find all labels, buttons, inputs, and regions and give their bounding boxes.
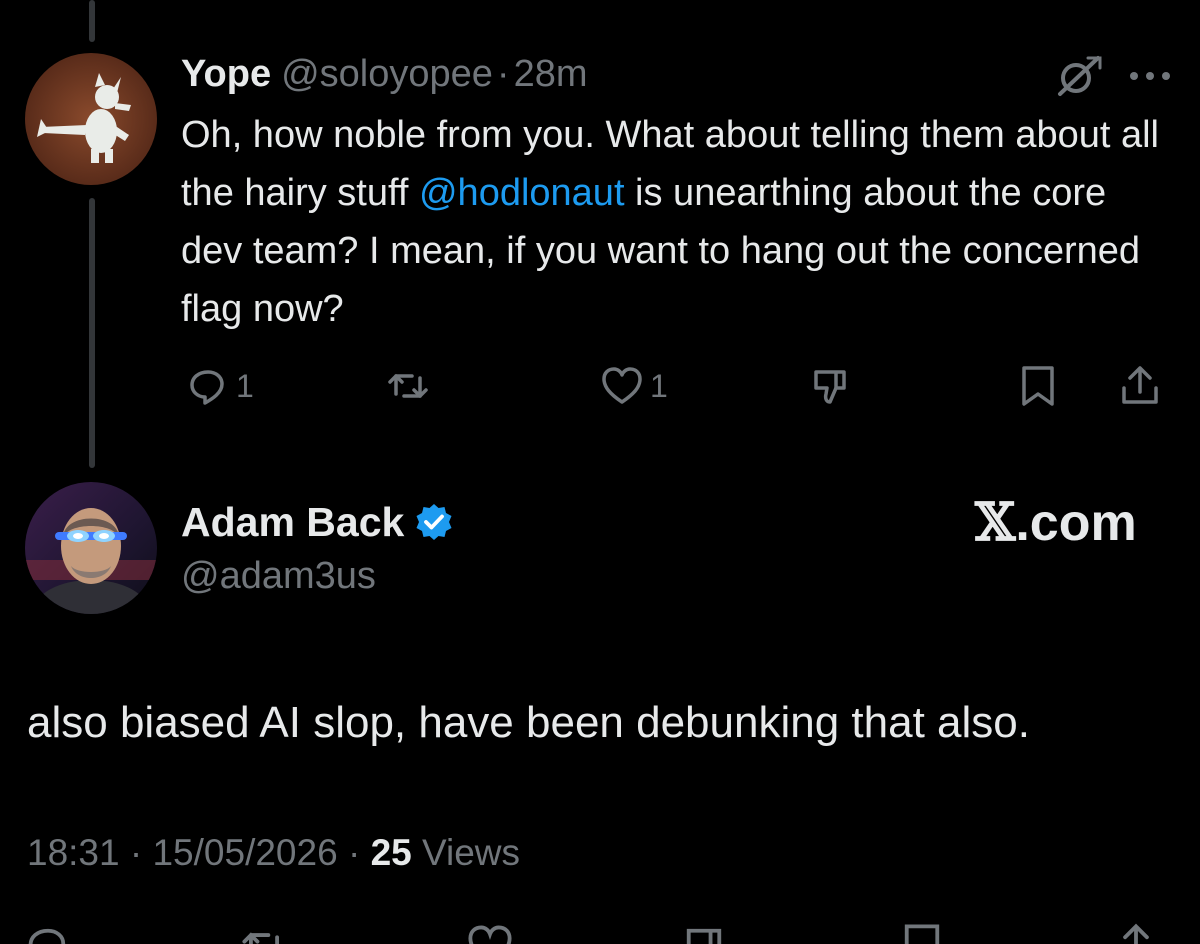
more-icon[interactable] — [1128, 66, 1172, 86]
bookmark-button[interactable] — [1016, 362, 1060, 410]
repost-icon[interactable] — [240, 922, 288, 944]
reply-timestamp[interactable]: 28m — [514, 52, 588, 96]
reply-icon[interactable] — [24, 922, 72, 944]
verified-badge-icon[interactable] — [414, 502, 454, 542]
share-button[interactable] — [1118, 362, 1162, 410]
thread-connector-top — [89, 0, 95, 42]
post-meta: 18:31 · 15/05/2026 · 25 Views — [27, 828, 520, 878]
mention-link[interactable]: @hodlonaut — [419, 172, 625, 214]
x-com-watermark: 𝕏.com — [975, 493, 1137, 553]
avatar-adam-back[interactable] — [25, 482, 157, 614]
dislike-icon[interactable] — [680, 922, 728, 944]
reply-icon — [190, 370, 224, 405]
repost-icon — [388, 374, 428, 398]
bookmark-icon[interactable] — [898, 922, 946, 944]
reply-author-handle[interactable]: @soloyopee — [281, 52, 493, 96]
post-date[interactable]: 15/05/2026 — [152, 832, 337, 873]
tweet-page: Yope @soloyopee · 28m Oh, how noble from… — [0, 0, 1200, 944]
reply-text: Oh, how noble from you. What about telli… — [181, 106, 1171, 338]
like-icon[interactable] — [466, 922, 514, 944]
reply-header: Yope @soloyopee · 28m — [181, 52, 588, 100]
bookmark-icon — [1022, 366, 1054, 406]
dislike-icon — [814, 370, 846, 404]
share-icon[interactable] — [1112, 922, 1160, 944]
brand-suffix: .com — [1015, 494, 1137, 552]
post-author-name[interactable]: Adam Back — [181, 496, 404, 548]
post-author-name-row: Adam Back — [181, 496, 454, 548]
views-label: Views — [411, 832, 521, 873]
share-icon — [1122, 366, 1158, 404]
avatar-yope[interactable] — [25, 53, 157, 185]
repost-button[interactable] — [386, 362, 436, 410]
post-text: also biased AI slop, have been debunking… — [27, 698, 1030, 747]
post-time[interactable]: 18:31 — [27, 832, 120, 873]
x-logo: 𝕏 — [975, 492, 1016, 553]
separator-dot-1: · — [119, 832, 153, 873]
like-button[interactable]: 1 — [600, 362, 668, 410]
post-author-handle[interactable]: @adam3us — [181, 552, 376, 600]
separator-dot-2: · — [337, 832, 371, 873]
dislike-button[interactable] — [808, 362, 852, 410]
grok-icon[interactable] — [1052, 54, 1104, 98]
reply-button[interactable]: 1 — [186, 362, 254, 410]
reply-author-name[interactable]: Yope — [181, 52, 271, 96]
views-count: 25 — [370, 832, 412, 873]
separator-dot: · — [496, 53, 510, 95]
thread-connector — [89, 198, 95, 468]
post-action-bar-partial — [0, 916, 1200, 944]
reply-count: 1 — [236, 367, 254, 404]
like-count: 1 — [650, 367, 668, 404]
like-icon — [602, 367, 642, 404]
